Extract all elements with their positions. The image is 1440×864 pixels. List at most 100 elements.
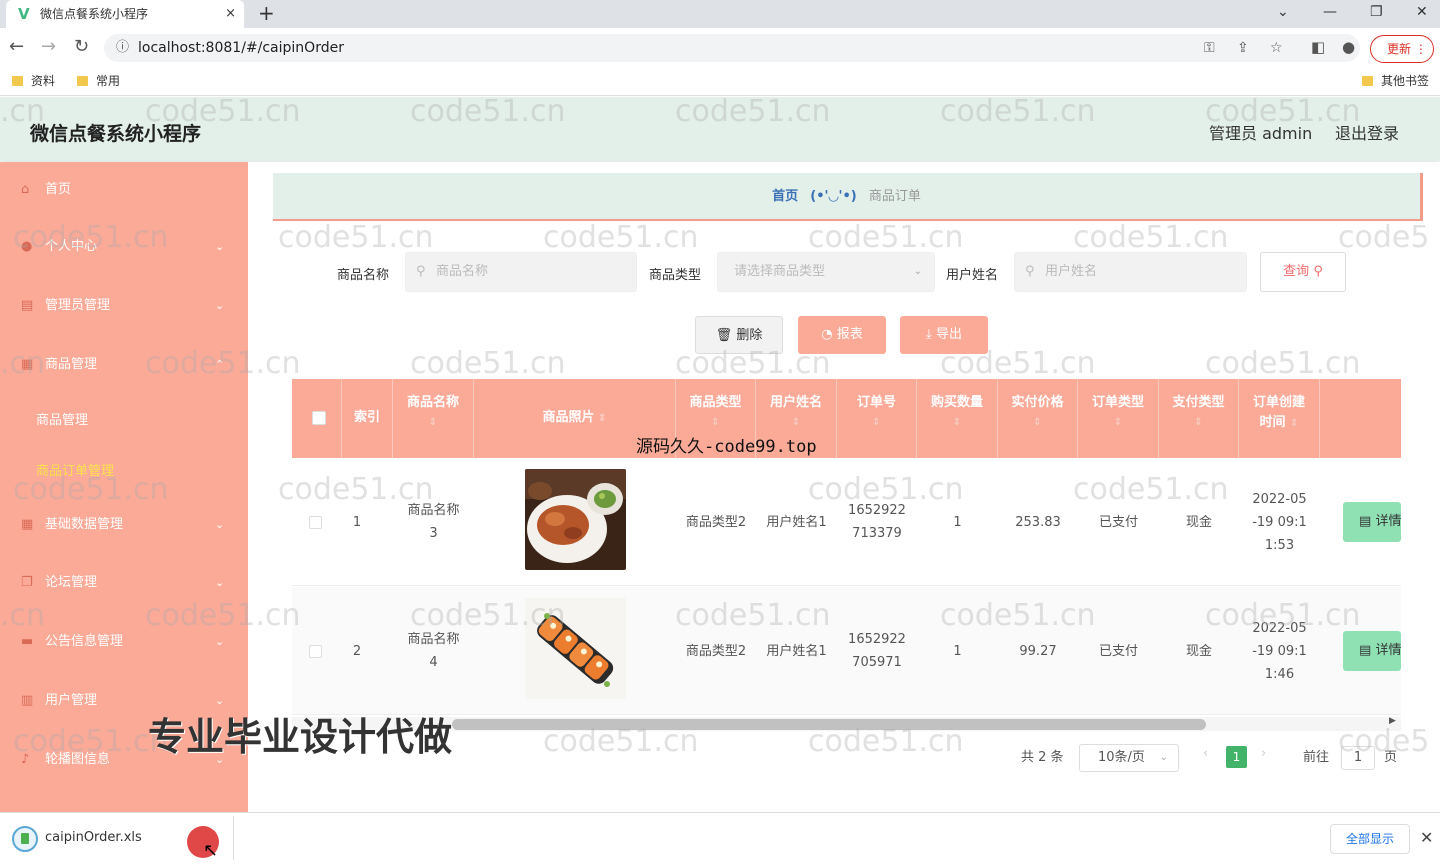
minimize-icon[interactable]: — [1323, 0, 1337, 24]
col-pay-type[interactable]: 支付类型 ⇕ [1159, 379, 1239, 458]
sort-icon[interactable]: ⇕ [1159, 413, 1238, 433]
logout-link[interactable]: 退出登录 [1335, 120, 1399, 144]
other-bookmarks[interactable]: 其他书签 [1362, 68, 1429, 94]
new-tab-button[interactable]: + [258, 0, 275, 26]
col-created[interactable]: 订单创建时间 ⇕ [1239, 379, 1320, 458]
sidebar-item-admin[interactable]: ▤ 管理员管理 ⌄ [0, 286, 248, 326]
star-icon[interactable]: ☆ [1270, 34, 1283, 62]
col-price[interactable]: 实付价格 ⇕ [998, 379, 1078, 458]
sidepanel-icon[interactable]: ◧ [1311, 38, 1325, 56]
site-info-icon[interactable]: ⓘ [116, 34, 129, 62]
bookmark-folder[interactable]: 资料 [12, 68, 55, 94]
sidebar-item-forum[interactable]: ❐ 论坛管理 ⌄ [0, 563, 248, 603]
sidebar-item-profile[interactable]: ● 个人中心 ⌄ [0, 227, 248, 267]
page-number-active[interactable]: 1 [1226, 746, 1247, 768]
sidebar-sub-goods[interactable]: 商品管理 [36, 409, 88, 428]
sidebar-item-basedata[interactable]: ▦ 基础数据管理 ⌄ [0, 505, 248, 545]
user-input[interactable]: ⚲ 用户姓名 [1014, 252, 1247, 292]
restore-icon[interactable]: ❐ [1370, 0, 1383, 24]
chevron-down-icon: ⌄ [215, 635, 225, 648]
page-size-select[interactable]: 10条/页 ⌄ [1079, 744, 1179, 772]
cell-index: 1 [352, 514, 362, 530]
report-button[interactable]: ◔ 报表 [798, 316, 886, 354]
goto-label: 前往 [1303, 750, 1330, 765]
detail-button[interactable]: ▤ 详情 [1343, 502, 1401, 542]
col-name[interactable]: 商品名称 ⇕ [393, 379, 474, 458]
sort-icon[interactable]: ⇕ [837, 413, 916, 433]
chevron-down-icon: ⌄ [215, 518, 225, 531]
sidebar-item-goods[interactable]: ▦ 商品管理 ⌃ [0, 345, 248, 385]
cell-created: 2022-05-19 09:11:53 [1252, 491, 1307, 553]
query-button[interactable]: 查询 ⚲ [1260, 252, 1346, 292]
col-order-type[interactable]: 订单类型 ⇕ [1078, 379, 1159, 458]
url-text: localhost:8081/#/caipinOrder [138, 40, 344, 56]
bookmark-label: 常用 [96, 74, 121, 88]
sidebar-item-label: 管理员管理 [45, 298, 111, 313]
sort-icon[interactable]: ⇕ [676, 413, 755, 433]
delete-button[interactable]: 🗑 删除 [695, 316, 783, 354]
col-index[interactable]: 索引 [342, 379, 393, 458]
tab-search-icon[interactable]: ⌄ [1277, 0, 1289, 24]
mic-icon: ♪ [21, 752, 30, 767]
detail-button[interactable]: ▤ 详情 [1343, 631, 1401, 671]
col-actions [1320, 379, 1401, 458]
sort-icon[interactable]: ⇕ [998, 413, 1077, 433]
browser-tab[interactable]: V 微信点餐系统小程序 × [6, 0, 244, 28]
admin-label: 管理员 admin [1209, 124, 1313, 143]
row-checkbox[interactable] [309, 516, 322, 529]
sort-icon[interactable]: ⇕ [1078, 413, 1158, 433]
name-input[interactable]: ⚲ 商品名称 [405, 252, 637, 292]
table-row: 2 商品名称4 商品类型2 用户姓名1 1652922705971 1 99.2… [292, 587, 1401, 715]
table-header: 索引 商品名称 ⇕ 商品照片 ⇕ 商品类型 ⇕ 用户姓名 ⇕ 订单号 ⇕ 购买数量 ⇕ 实… [292, 379, 1401, 458]
tab-close-icon[interactable]: × [225, 0, 236, 28]
next-page-icon[interactable]: › [1261, 746, 1266, 761]
cell-order-no: 1652922713379 [848, 503, 906, 541]
bookmark-label: 资料 [31, 74, 56, 88]
profile-icon[interactable]: ● [1342, 38, 1355, 56]
sidebar-item-label: 用户管理 [45, 693, 98, 708]
sort-icon[interactable]: ⇕ [1290, 418, 1298, 429]
sort-icon[interactable]: ⇕ [917, 413, 997, 433]
chevron-up-icon: ⌃ [215, 358, 225, 371]
window-close-icon[interactable]: ✕ [1416, 0, 1428, 24]
trash-icon: 🗑 [715, 328, 733, 343]
select-all-checkbox[interactable] [312, 411, 326, 425]
bookmark-folder[interactable]: 常用 [77, 68, 120, 94]
scrollbar-thumb[interactable] [452, 719, 1206, 730]
show-all-downloads-button[interactable]: 全部显示 [1330, 824, 1410, 854]
sidebar-sub-orders[interactable]: 商品订单管理 [36, 460, 114, 479]
type-label: 商品类型 [649, 268, 702, 283]
sort-icon[interactable]: ⇕ [756, 413, 836, 433]
back-icon[interactable]: ← [9, 36, 24, 57]
close-download-bar-icon[interactable]: ✕ [1420, 828, 1433, 847]
reload-icon[interactable]: ↻ [74, 36, 89, 57]
food-photo[interactable] [525, 469, 626, 570]
food-photo[interactable] [525, 598, 626, 699]
type-select[interactable]: 请选择商品类型 ⌄ [717, 252, 935, 292]
cell-created: 2022-05-19 09:11:46 [1252, 620, 1307, 682]
sort-icon[interactable]: ⇕ [595, 413, 606, 424]
chevron-down-icon: ⌄ [913, 266, 922, 277]
cell-qty: 1 [953, 643, 962, 659]
goto-page-input[interactable]: 1 [1341, 746, 1375, 770]
key-icon[interactable]: ⚿ [1204, 34, 1215, 62]
breadcrumb-home[interactable]: 首页 [772, 189, 798, 204]
sidebar-item-label: 公告信息管理 [45, 634, 124, 649]
sort-icon[interactable]: ⇕ [393, 413, 473, 433]
sidebar-item-notice[interactable]: ▬ 公告信息管理 ⌄ [0, 622, 248, 662]
prev-page-icon[interactable]: ‹ [1203, 746, 1208, 761]
url-field[interactable]: ⓘ localhost:8081/#/caipinOrder ⚿ ⇪ ☆ [104, 34, 1360, 62]
bookmarks-bar: 资料 常用 其他书签 [0, 68, 1440, 96]
col-order-no[interactable]: 订单号 ⇕ [837, 379, 917, 458]
export-button[interactable]: ⤓ 导出 [900, 316, 988, 354]
row-checkbox[interactable] [309, 645, 322, 658]
download-filename[interactable]: caipinOrder.xls [45, 830, 142, 845]
scroll-right-icon[interactable]: ▶ [1389, 716, 1396, 726]
share-icon[interactable]: ⇪ [1237, 34, 1249, 62]
col-qty[interactable]: 购买数量 ⇕ [917, 379, 998, 458]
forward-icon[interactable]: → [41, 36, 56, 57]
sidebar-item-home[interactable]: ⌂ 首页 [0, 170, 248, 210]
cell-type: 商品类型2 [685, 514, 747, 530]
update-button[interactable]: 更新 ⋮ [1370, 35, 1434, 63]
user-icon: ● [21, 239, 33, 254]
